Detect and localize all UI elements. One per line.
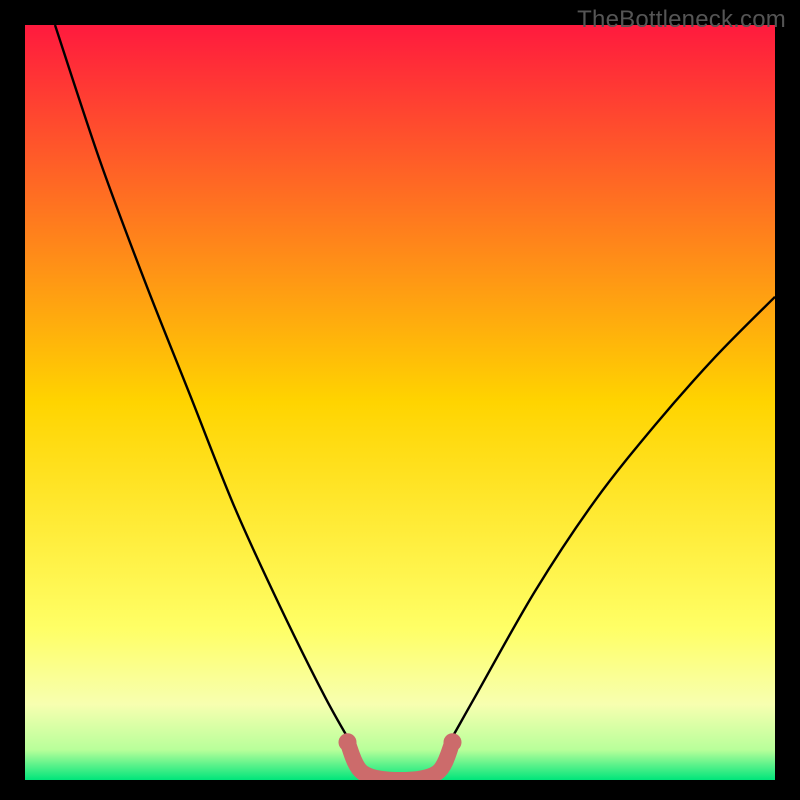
chart-background [25,25,775,780]
watermark-text: TheBottleneck.com [577,6,786,34]
chart-svg [25,25,775,780]
chart-plot-area [25,25,775,780]
chart-frame: TheBottleneck.com [0,0,800,800]
